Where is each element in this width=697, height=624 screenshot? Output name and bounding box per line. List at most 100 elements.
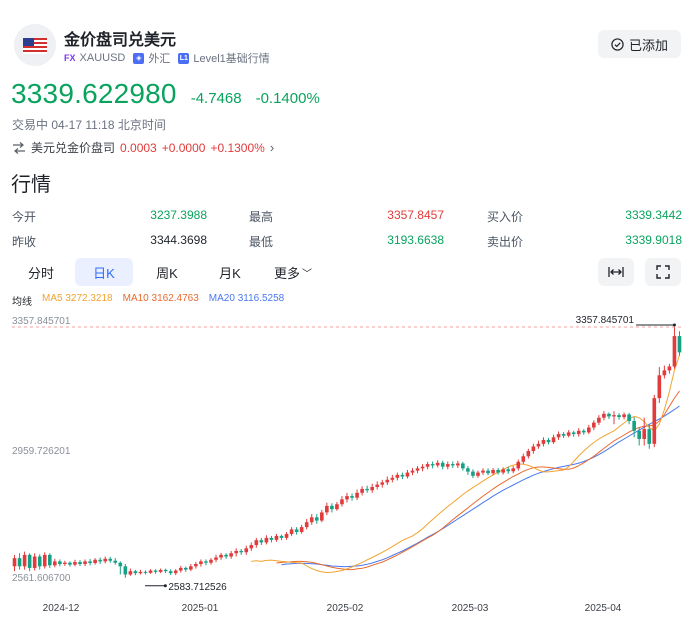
candle-body <box>309 517 314 523</box>
candle-body <box>239 550 244 553</box>
quote-high: 最高 3357.8457 <box>249 208 444 224</box>
candle-body <box>22 554 27 567</box>
check-circle-icon <box>611 37 624 51</box>
ma5-value: MA5 3272.3218 <box>42 293 113 304</box>
candle-body <box>632 420 636 431</box>
added-label: 已添加 <box>628 37 668 53</box>
expand-width-button[interactable] <box>598 258 634 286</box>
inverse-change-pct: +0.1300% <box>210 140 265 155</box>
tab-more-label: 更多 <box>273 265 300 281</box>
candle-body <box>607 413 611 417</box>
candle-body <box>335 504 339 510</box>
instrument-header: 金价盘司兑美元 FX XAUUSD ◈ 外汇 L1 Level1基础行情 已添加 <box>0 0 697 72</box>
candle-body <box>566 432 571 436</box>
candle-body <box>456 463 460 466</box>
candle-body <box>642 429 647 439</box>
candle-body <box>53 561 57 566</box>
candle-body <box>546 439 551 443</box>
candle-body <box>415 468 420 471</box>
candle-body <box>405 472 410 477</box>
candle-body <box>340 499 344 505</box>
candle-body <box>541 439 546 444</box>
candle-body <box>576 430 581 435</box>
high-callout-dot <box>672 323 676 327</box>
candle-body <box>73 562 77 565</box>
ma5-line <box>251 354 680 574</box>
candle-body <box>471 471 475 476</box>
candle-body <box>12 558 17 567</box>
tab-intraday[interactable]: 分时 <box>12 258 70 286</box>
candle-body <box>219 554 223 558</box>
candle-body <box>355 492 359 498</box>
trading-status: 交易中 04-17 11:18 北京时间 <box>12 118 166 132</box>
ma-legend-label: 均线 <box>12 297 32 308</box>
candle-body <box>496 469 500 473</box>
quote-bid: 买入价 3339.3442 <box>487 208 682 224</box>
candle-body <box>375 484 380 487</box>
inverse-pair-link[interactable]: 美元兑金价盘司 0.0003 +0.0000 +0.1300% › <box>12 139 274 156</box>
candle-body <box>269 537 274 540</box>
candle-body <box>440 462 445 467</box>
price-change-pct: -0.1400% <box>255 90 320 107</box>
fullscreen-button[interactable] <box>645 258 681 286</box>
candle-body <box>612 415 616 417</box>
candle-body <box>204 561 208 563</box>
candle-body <box>173 570 178 574</box>
candle-body <box>637 430 641 439</box>
candle-body <box>672 336 677 367</box>
candle-body <box>32 556 37 568</box>
candle-body <box>88 561 92 564</box>
chevron-right-icon: › <box>269 140 275 155</box>
level-tag: L1 Level1基础行情 <box>178 50 270 66</box>
tab-more[interactable]: 更多 ﹀ <box>264 258 322 286</box>
candle-body <box>536 443 541 447</box>
kline-chart[interactable]: 3357.845701 2959.726201 2561.606700 3357.84… <box>0 310 697 624</box>
added-watchlist-button[interactable]: 已添加 <box>598 30 681 58</box>
candle-body <box>123 566 128 575</box>
y-tick-label: 2959.726201 <box>12 446 71 457</box>
candle-body <box>37 556 42 567</box>
candle-body <box>299 527 304 533</box>
candle-body <box>581 430 586 433</box>
price-change: -4.7468 <box>190 90 242 107</box>
candle-body <box>93 559 97 564</box>
candle-body <box>168 571 173 574</box>
ma20-value: MA20 3116.5258 <box>208 293 285 304</box>
candle-body <box>602 413 606 418</box>
candle-body <box>380 482 385 485</box>
candle-body <box>657 375 662 399</box>
candle-body <box>254 540 259 546</box>
x-tick-label: 2025-01 <box>182 603 219 614</box>
candle-body <box>511 468 516 472</box>
level-icon: L1 <box>178 52 190 64</box>
candle-body <box>289 529 294 534</box>
candle-body <box>662 370 667 376</box>
y-tick-label: 2561.606700 <box>12 573 71 584</box>
last-price: 3339.622980 <box>11 78 177 109</box>
tab-weekly[interactable]: 周K <box>138 258 196 286</box>
low-callout-label: 2583.712526 <box>168 582 227 593</box>
candle-body <box>330 505 334 510</box>
inverse-change: +0.0000 <box>161 140 206 155</box>
candle-body <box>103 558 108 562</box>
candle-body <box>627 414 631 421</box>
inverse-label: 美元兑金价盘司 <box>31 141 116 155</box>
candle-body <box>17 558 22 567</box>
candle-body <box>153 570 158 572</box>
quote-grid: 今开 3237.3988 最高 3357.8457 买入价 3339.3442 … <box>12 204 682 254</box>
market-tag: ◈ 外汇 <box>133 50 170 66</box>
x-tick-label: 2024-12 <box>43 603 80 614</box>
forex-icon: ◈ <box>133 52 145 64</box>
high-callout-label: 3357.845701 <box>576 315 635 326</box>
tab-daily[interactable]: 日K <box>75 258 133 286</box>
y-tick-label: 3357.845701 <box>12 316 71 327</box>
candle-body <box>224 554 228 557</box>
candle-body <box>199 561 203 565</box>
candle-body <box>385 479 390 483</box>
candle-body <box>370 486 375 491</box>
tab-monthly[interactable]: 月K <box>201 258 259 286</box>
instrument-tags: FX XAUUSD ◈ 外汇 L1 Level1基础行情 <box>64 50 270 66</box>
candle-body <box>319 512 324 521</box>
candle-body <box>78 562 82 565</box>
candle-body <box>586 427 591 433</box>
